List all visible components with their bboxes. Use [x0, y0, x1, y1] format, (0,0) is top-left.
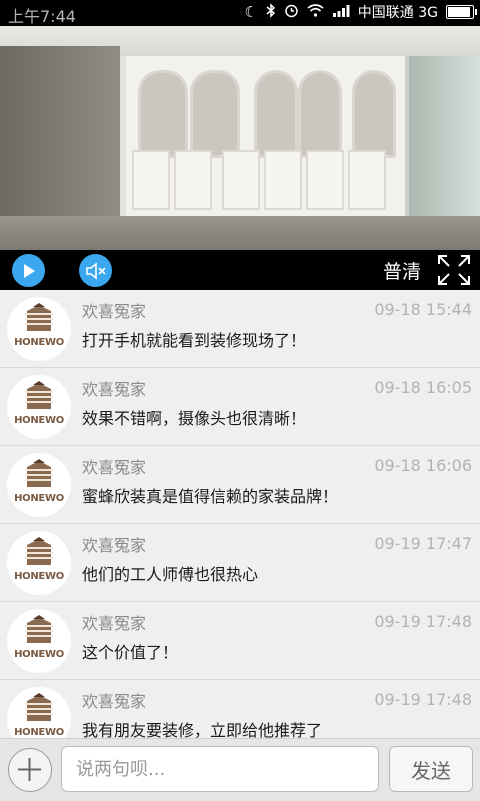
speaker-muted-icon	[85, 261, 106, 280]
avatar[interactable]: HONEWO	[7, 297, 71, 361]
video-frame-cabinet	[120, 56, 411, 216]
avatar-brand-text: HONEWO	[14, 493, 64, 504]
comment-message: 效果不错啊，摄像头也很清晰！	[82, 409, 307, 428]
avatar[interactable]: HONEWO	[7, 687, 71, 738]
plus-icon	[18, 758, 41, 781]
comment-item: HONEWO 欢喜冤家 09-19 17:48 这个价值了！	[0, 602, 480, 680]
comment-author: 欢喜冤家	[82, 536, 147, 555]
status-bar: 上午7:44 ☾ 中国联通 3G	[0, 0, 480, 26]
comment-item: HONEWO 欢喜冤家 09-18 15:44 打开手机就能看到装修现场了！	[0, 290, 480, 368]
status-icons: ☾ 中国联通 3G	[244, 2, 477, 22]
comment-message: 蜜蜂欣装真是值得信赖的家装品牌！	[82, 487, 339, 506]
comment-message: 他们的工人师傅也很热心	[82, 565, 259, 584]
moon-icon: ☾	[244, 3, 258, 21]
comment-time: 09-18 16:06	[374, 456, 472, 475]
comment-author: 欢喜冤家	[82, 302, 147, 321]
comment-item: HONEWO 欢喜冤家 09-18 16:05 效果不错啊，摄像头也很清晰！	[0, 368, 480, 446]
comment-item: HONEWO 欢喜冤家 09-19 17:48 我有朋友要装修，立即给他推荐了	[0, 680, 480, 738]
avatar[interactable]: HONEWO	[7, 375, 71, 439]
honewo-logo-icon	[25, 303, 53, 331]
comment-list[interactable]: HONEWO 欢喜冤家 09-18 15:44 打开手机就能看到装修现场了！ H…	[0, 290, 480, 738]
video-player[interactable]	[0, 26, 480, 250]
fullscreen-icon	[438, 255, 470, 285]
bluetooth-icon	[266, 2, 276, 22]
comment-time: 09-19 17:48	[374, 612, 472, 631]
comment-time: 09-18 16:05	[374, 378, 472, 397]
comment-input-bar: 发送	[0, 738, 480, 801]
comment-author: 欢喜冤家	[82, 458, 147, 477]
wifi-icon	[307, 3, 324, 21]
comment-author: 欢喜冤家	[82, 380, 147, 399]
fullscreen-button[interactable]	[437, 254, 471, 286]
comment-input[interactable]	[74, 747, 378, 791]
battery-icon	[446, 5, 477, 19]
comment-item: HONEWO 欢喜冤家 09-18 16:06 蜜蜂欣装真是值得信赖的家装品牌！	[0, 446, 480, 524]
comment-time: 09-18 15:44	[374, 300, 472, 319]
comment-item: HONEWO 欢喜冤家 09-19 17:47 他们的工人师傅也很热心	[0, 524, 480, 602]
honewo-logo-icon	[25, 537, 53, 565]
comment-author: 欢喜冤家	[82, 692, 147, 711]
avatar[interactable]: HONEWO	[7, 609, 71, 673]
carrier-label: 中国联通 3G	[357, 5, 438, 21]
honewo-logo-icon	[25, 615, 53, 643]
comment-time: 09-19 17:47	[374, 534, 472, 553]
avatar-brand-text: HONEWO	[14, 649, 64, 660]
avatar-brand-text: HONEWO	[14, 337, 64, 348]
comment-author: 欢喜冤家	[82, 614, 147, 633]
comment-message: 打开手机就能看到装修现场了！	[82, 331, 307, 350]
comment-message: 这个价值了！	[82, 643, 179, 662]
alarm-icon	[284, 3, 299, 22]
comment-time: 09-19 17:48	[374, 690, 472, 709]
signal-icon	[332, 3, 350, 21]
mute-button[interactable]	[79, 254, 112, 287]
honewo-logo-icon	[25, 381, 53, 409]
honewo-logo-icon	[25, 459, 53, 487]
avatar[interactable]: HONEWO	[7, 531, 71, 595]
play-icon	[23, 263, 35, 278]
avatar-brand-text: HONEWO	[14, 571, 64, 582]
send-button[interactable]: 发送	[389, 746, 473, 792]
avatar-brand-text: HONEWO	[14, 415, 64, 426]
quality-selector[interactable]: 普清	[383, 257, 421, 284]
play-button[interactable]	[12, 254, 45, 287]
avatar[interactable]: HONEWO	[7, 453, 71, 517]
add-button[interactable]	[8, 748, 52, 792]
comment-message: 我有朋友要装修，立即给他推荐了	[82, 721, 323, 738]
avatar-brand-text: HONEWO	[14, 727, 64, 738]
player-controls: 普清	[0, 250, 480, 290]
comment-input-wrapper	[61, 746, 379, 792]
